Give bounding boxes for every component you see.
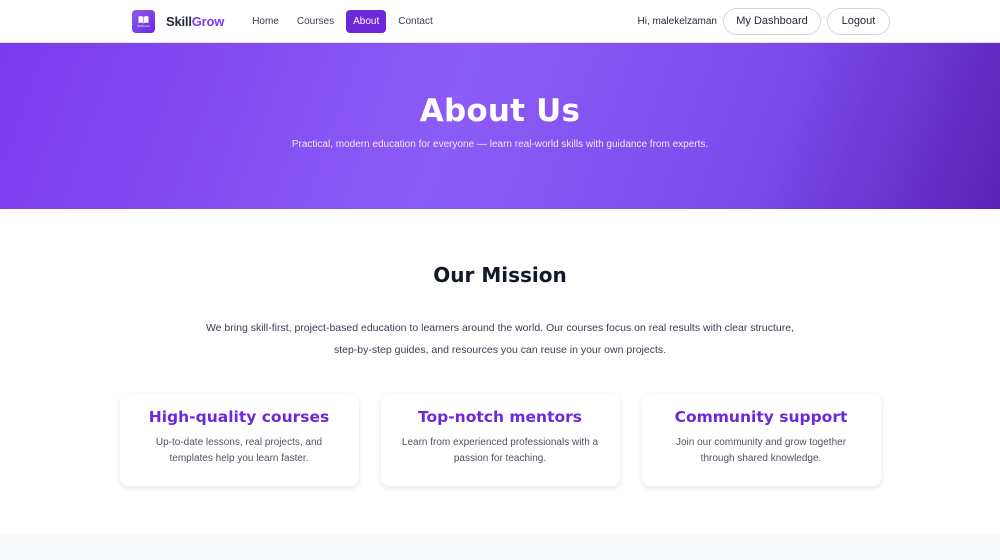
brand-name: SkillGrow [166,14,224,29]
nav-user-area: Hi, malekelzaman My Dashboard Logout [637,7,890,35]
feature-cards: High-quality courses Up-to-date lessons,… [0,394,1000,486]
feature-card-text: Up-to-date lessons, real projects, and t… [155,437,323,464]
brand-name-grow: Grow [191,13,225,29]
hero-banner: About Us Practical, modern education for… [0,43,1000,209]
nav-link-about[interactable]: About [346,9,387,33]
logout-button[interactable]: Logout [827,7,890,35]
feature-card-title: High-quality courses [148,408,330,426]
mission-text: We bring skill-first, project-based educ… [205,322,795,356]
feature-card-community: Community support Join our community and… [641,394,881,486]
nav-link-home[interactable]: Home [246,10,285,33]
my-dashboard-button[interactable]: My Dashboard [723,7,821,35]
feature-card-text: Join our community and grow together thr… [675,437,847,464]
page-title: About Us [419,92,581,129]
logo-mini-text: SkillGrow [137,23,150,28]
brand-name-skill: Skill [166,13,192,29]
nav-link-contact[interactable]: Contact [392,10,438,33]
top-navbar: SkillGrow SkillGrow Home Courses About C… [0,0,1000,43]
hero-subtitle: Practical, modern education for everyone… [291,138,709,150]
nav-links: Home Courses About Contact [246,9,439,33]
next-section-edge [0,535,1000,560]
feature-card-text: Learn from experienced professionals wit… [401,437,599,464]
book-icon: SkillGrow [132,9,155,33]
feature-card-courses: High-quality courses Up-to-date lessons,… [119,394,359,486]
feature-card-mentors: Top-notch mentors Learn from experienced… [380,394,620,486]
nav-link-courses[interactable]: Courses [291,10,340,33]
feature-card-title: Community support [674,408,848,426]
mission-title: Our Mission [433,263,567,287]
feature-card-title: Top-notch mentors [417,408,583,426]
mission-section: Our Mission We bring skill-first, projec… [0,209,1000,486]
user-greeting: Hi, malekelzaman [637,15,717,27]
brand[interactable]: SkillGrow SkillGrow [132,9,224,33]
